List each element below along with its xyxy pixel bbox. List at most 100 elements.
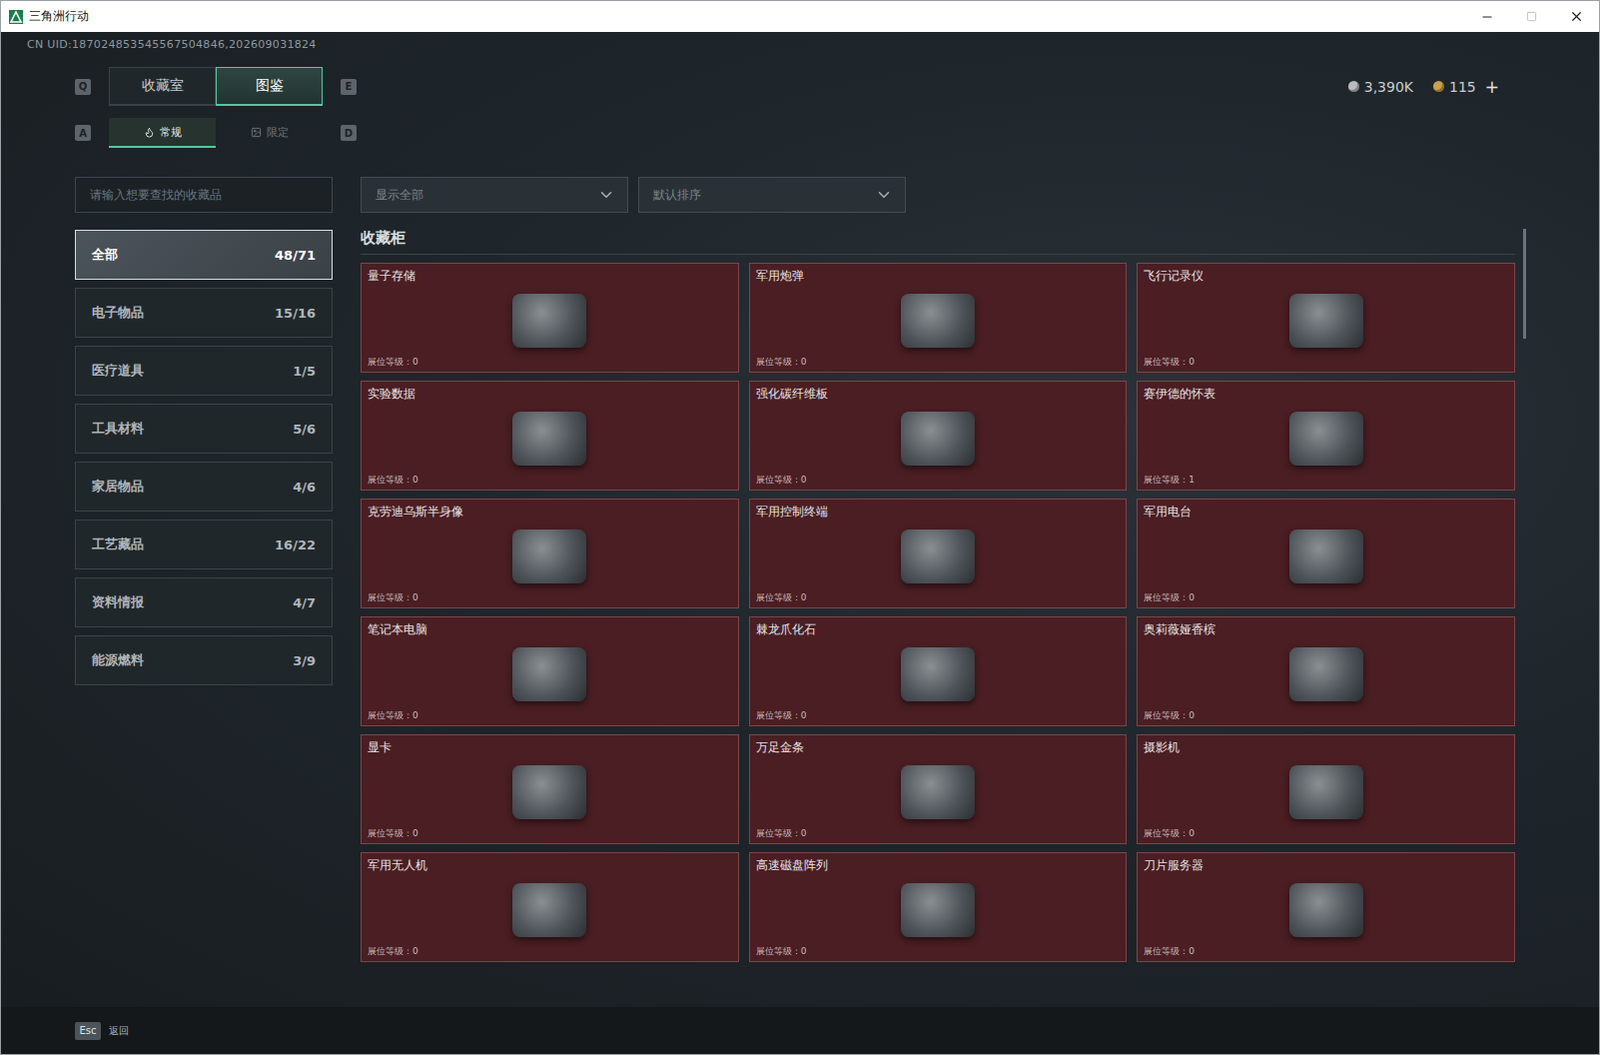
card-name: 飞行记录仪 bbox=[1143, 267, 1509, 285]
card-grade: 展位等级：0 bbox=[367, 826, 733, 840]
card-name: 显卡 bbox=[367, 739, 733, 757]
sub-tab[interactable]: 限定 bbox=[215, 117, 323, 148]
card-grade: 展位等级：0 bbox=[1143, 826, 1509, 840]
collection-card[interactable]: 显卡展位等级：0 bbox=[360, 734, 740, 844]
card-name: 笔记本电脑 bbox=[367, 621, 733, 639]
search-field[interactable] bbox=[74, 176, 333, 213]
collection-card[interactable]: 量子存储展位等级：0 bbox=[360, 262, 740, 373]
flame-icon bbox=[143, 126, 155, 138]
card-grade: 展位等级：1 bbox=[1143, 473, 1509, 487]
chevron-down-icon bbox=[597, 185, 616, 204]
item-image bbox=[900, 765, 975, 819]
card-grade: 展位等级：0 bbox=[1143, 709, 1509, 723]
filter-dropdown[interactable]: 显示全部 bbox=[360, 176, 629, 213]
sidebar-item[interactable]: 资料情报4/7 bbox=[74, 577, 333, 628]
image-icon bbox=[250, 126, 262, 138]
card-name: 军用控制终端 bbox=[756, 503, 1121, 521]
coin-icon bbox=[1433, 80, 1445, 92]
uid-label: CN UID:187024853545567504846,20260903182… bbox=[0, 31, 1600, 51]
sidebar-item[interactable]: 家居物品4/6 bbox=[74, 461, 333, 512]
item-image bbox=[1289, 411, 1364, 466]
card-name: 军用电台 bbox=[1143, 503, 1509, 521]
item-image bbox=[900, 647, 975, 702]
sidebar-item[interactable]: 工具材料5/6 bbox=[74, 403, 333, 454]
collection-card[interactable]: 军用电台展位等级：0 bbox=[1136, 498, 1516, 609]
item-image bbox=[512, 882, 587, 937]
sidebar-item[interactable]: 能源燃料3/9 bbox=[74, 635, 333, 686]
item-image bbox=[1289, 293, 1364, 348]
sidebar: 全部48/71 电子物品15/16 医疗道具1/5 工具材料5/6 家居物品4/6 工艺藏… bbox=[74, 176, 333, 1007]
minimize-icon[interactable] bbox=[1464, 0, 1510, 32]
footer-bar: Esc 返回 bbox=[0, 1006, 1600, 1054]
collection-card[interactable]: 克劳迪乌斯半身像展位等级：0 bbox=[360, 498, 740, 609]
card-name: 赛伊德的怀表 bbox=[1143, 385, 1509, 403]
item-image bbox=[1289, 765, 1364, 819]
item-image bbox=[900, 411, 975, 466]
next-subtab-key[interactable]: D bbox=[340, 124, 357, 141]
prev-subtab-key[interactable]: A bbox=[74, 124, 91, 141]
chevron-down-icon bbox=[874, 185, 893, 204]
collection-card[interactable]: 笔记本电脑展位等级：0 bbox=[360, 616, 740, 727]
item-image bbox=[1289, 882, 1364, 937]
card-grade: 展位等级：0 bbox=[367, 355, 733, 369]
collection-card[interactable]: 万足金条展位等级：0 bbox=[749, 734, 1128, 844]
card-grade: 展位等级：0 bbox=[367, 709, 733, 723]
card-name: 军用炮弹 bbox=[756, 267, 1121, 285]
item-image bbox=[900, 882, 975, 937]
collection-card[interactable]: 实验数据展位等级：0 bbox=[360, 380, 740, 491]
sidebar-item[interactable]: 电子物品15/16 bbox=[74, 287, 333, 338]
card-name: 万足金条 bbox=[756, 739, 1121, 757]
maximize-icon[interactable] bbox=[1509, 0, 1555, 32]
collection-card[interactable]: 军用无人机展位等级：0 bbox=[360, 851, 740, 962]
filter-dropdown[interactable]: 默认排序 bbox=[638, 176, 906, 213]
item-image bbox=[900, 293, 975, 348]
back-label[interactable]: 返回 bbox=[108, 1023, 129, 1038]
item-image bbox=[512, 647, 587, 702]
card-name: 高速磁盘阵列 bbox=[756, 856, 1121, 874]
main-tab[interactable]: 图鉴 bbox=[215, 66, 323, 106]
collection-card[interactable]: 奥莉薇娅香槟展位等级：0 bbox=[1136, 616, 1516, 727]
coin-icon bbox=[1348, 80, 1360, 92]
sub-tab[interactable]: 常规 bbox=[108, 117, 216, 148]
main-tab[interactable]: 收藏室 bbox=[108, 66, 216, 106]
collection-card[interactable]: 军用炮弹展位等级：0 bbox=[749, 262, 1128, 373]
collection-card[interactable]: 强化碳纤维板展位等级：0 bbox=[749, 380, 1128, 491]
sidebar-item[interactable]: 医疗道具1/5 bbox=[74, 345, 333, 396]
collection-card[interactable]: 军用控制终端展位等级：0 bbox=[749, 498, 1128, 609]
card-grade: 展位等级：0 bbox=[756, 591, 1121, 605]
card-name: 摄影机 bbox=[1143, 739, 1509, 757]
esc-key[interactable]: Esc bbox=[74, 1021, 101, 1040]
collection-card[interactable]: 赛伊德的怀表展位等级：1 bbox=[1136, 380, 1516, 491]
sidebar-item[interactable]: 全部48/71 bbox=[74, 229, 333, 280]
top-bar: Q 收藏室图鉴 E 3,390K 115+ bbox=[0, 50, 1600, 106]
title-bar: 三角洲行动 bbox=[0, 0, 1600, 32]
card-grade: 展位等级：0 bbox=[1143, 355, 1509, 369]
card-grade: 展位等级：0 bbox=[756, 826, 1121, 840]
card-grade: 展位等级：0 bbox=[756, 709, 1121, 723]
card-name: 奥莉薇娅香槟 bbox=[1143, 621, 1509, 639]
section-title: 收藏柜 bbox=[360, 228, 1516, 255]
card-name: 实验数据 bbox=[367, 385, 733, 403]
prev-tab-key[interactable]: Q bbox=[74, 78, 91, 95]
item-image bbox=[512, 293, 587, 348]
collection-card[interactable]: 飞行记录仪展位等级：0 bbox=[1136, 262, 1516, 373]
card-grade: 展位等级：0 bbox=[756, 473, 1121, 487]
card-name: 军用无人机 bbox=[367, 856, 733, 874]
game-window: 三角洲行动CN UID:187024853545567504846,202609… bbox=[0, 0, 1600, 1055]
collection-card[interactable]: 刀片服务器展位等级：0 bbox=[1136, 851, 1516, 962]
currency-item: 3,390K bbox=[1348, 78, 1414, 95]
currency-item: 115+ bbox=[1433, 76, 1500, 97]
next-tab-key[interactable]: E bbox=[340, 78, 357, 95]
item-image bbox=[512, 765, 587, 819]
close-icon[interactable] bbox=[1554, 0, 1600, 32]
card-name: 量子存储 bbox=[367, 267, 733, 285]
sub-tabs: A 常规限定 D bbox=[0, 105, 1600, 148]
app-logo-icon bbox=[8, 9, 23, 24]
sidebar-item[interactable]: 工艺藏品16/22 bbox=[74, 519, 333, 570]
card-grade: 展位等级：0 bbox=[1143, 591, 1509, 605]
collection-card[interactable]: 棘龙爪化石展位等级：0 bbox=[749, 616, 1128, 727]
add-currency-button[interactable]: + bbox=[1485, 76, 1500, 97]
collection-card[interactable]: 摄影机展位等级：0 bbox=[1136, 734, 1516, 844]
collection-card[interactable]: 高速磁盘阵列展位等级：0 bbox=[749, 851, 1128, 962]
scrollbar-thumb[interactable] bbox=[1523, 228, 1527, 339]
